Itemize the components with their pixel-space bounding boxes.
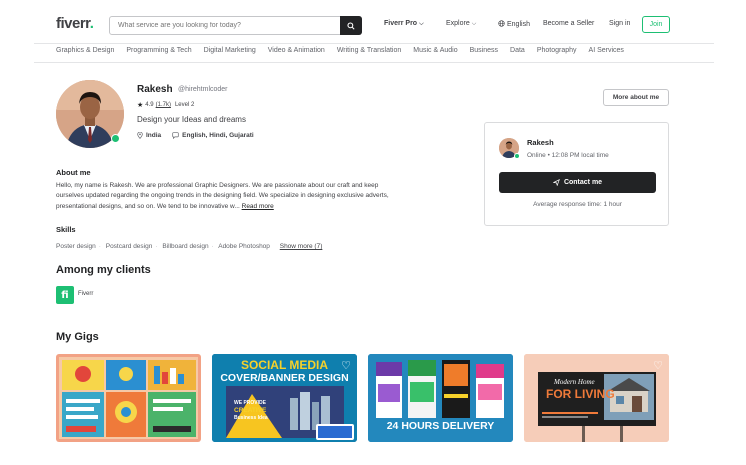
client-name: Fiverr (78, 291, 94, 297)
chevron-down-icon: ⌵ (419, 21, 424, 27)
search-button[interactable] (340, 16, 362, 35)
category-nav: Graphics & Design Programming & Tech Dig… (56, 47, 636, 59)
profile-tagline: Design your Ideas and dreams (137, 115, 246, 124)
gig-card-24h-delivery[interactable]: 24 HOURS DELIVERY (368, 354, 513, 442)
join-button[interactable]: Join (642, 16, 670, 33)
gig-card-infographic[interactable] (56, 354, 201, 442)
send-icon (552, 179, 560, 186)
skill-tag[interactable]: Adobe Photoshop (218, 243, 270, 250)
chevron-down-icon: ⌵ (471, 21, 477, 27)
header-divider (34, 43, 714, 44)
about-text: Hello, my name is Rakesh. We are profess… (56, 182, 389, 210)
gig2-title-line2: COVER/BANNER DESIGN (220, 372, 349, 384)
profile-name: Rakesh (137, 84, 173, 95)
location-language-row: India English, Hindi, Gujarati (137, 132, 254, 139)
clients-heading: Among my clients (56, 264, 151, 276)
profile-languages: English, Hindi, Gujarati (182, 132, 254, 139)
nav-explore[interactable]: Explore ⌵ (446, 20, 476, 28)
skill-tag[interactable]: Poster design (56, 243, 96, 250)
contact-status: Online • 12:08 PM local time (527, 152, 609, 159)
gig-card-social-media[interactable]: SOCIAL MEDIA COVER/BANNER DESIGN WE PROV… (212, 354, 357, 442)
category-digital-marketing[interactable]: Digital Marketing (204, 47, 256, 59)
heart-icon[interactable]: ♡ (341, 359, 351, 372)
category-ai-services[interactable]: AI Services (589, 47, 624, 59)
top-header: fiverr. Fiverr Pro⌵ Explore⌵ English Bec… (0, 0, 746, 44)
category-data[interactable]: Data (510, 47, 525, 59)
profile-location: India (146, 132, 162, 139)
nav-language[interactable]: English (498, 20, 530, 28)
search-input[interactable] (110, 17, 341, 34)
contact-me-label: Contact me (563, 179, 603, 186)
client-fiverr-logo: fi (56, 286, 74, 304)
contact-name: Rakesh (527, 138, 554, 147)
category-photography[interactable]: Photography (537, 47, 577, 59)
category-business[interactable]: Business (470, 47, 498, 59)
gig2-badge-line1: WE PROVIDE (234, 400, 266, 406)
category-programming-tech[interactable]: Programming & Tech (126, 47, 191, 59)
contact-card: Rakesh Online • 12:08 PM local time Cont… (484, 122, 669, 226)
category-music-audio[interactable]: Music & Audio (413, 47, 457, 59)
fiverr-logo[interactable]: fiverr. (56, 15, 94, 32)
globe-icon (498, 20, 505, 27)
gig4-title-line2: FOR LIVING (546, 387, 615, 401)
gig3-banner-text: 24 HOURS DELIVERY (386, 420, 495, 432)
heart-icon[interactable]: ♡ (653, 359, 663, 372)
gig4-title-line1: Modern Home (554, 378, 595, 386)
search-icon (347, 21, 355, 30)
seller-level: Level 2 (174, 102, 195, 108)
star-icon: ★ (137, 102, 144, 109)
skills-list: Poster design · Postcard design · Billboar… (56, 243, 323, 250)
nav-sign-in[interactable]: Sign in (609, 20, 630, 27)
review-count-link[interactable]: (1.7k) (156, 102, 171, 108)
contact-online-dot (514, 153, 520, 159)
skill-tag[interactable]: Postcard design (106, 243, 153, 250)
rating-row: ★ 4.9 (1.7k) Level 2 (137, 101, 194, 109)
chat-bubble-icon (172, 132, 179, 139)
show-more-skills-link[interactable]: Show more (7) (280, 243, 323, 250)
search-bar (109, 16, 362, 35)
gig2-title-line1: SOCIAL MEDIA (240, 358, 329, 372)
category-graphics-design[interactable]: Graphics & Design (56, 47, 114, 59)
gig-card-billboard[interactable]: Modern Home FOR LIVING ♡ (524, 354, 669, 442)
profile-handle: @hirehtmlcoder (178, 86, 228, 93)
skills-heading: Skills (56, 225, 76, 234)
nav-become-seller[interactable]: Become a Seller (543, 20, 594, 27)
rating-value: 4.9 (145, 102, 154, 108)
category-video-animation[interactable]: Video & Animation (268, 47, 325, 59)
location-pin-icon (137, 132, 143, 139)
skill-tag[interactable]: Billboard design (162, 243, 208, 250)
read-more-link[interactable]: Read more (242, 203, 274, 210)
about-heading: About me (56, 168, 91, 177)
contact-me-button[interactable]: Contact me (499, 172, 656, 193)
gig2-badge-line2: CREATIVE (234, 407, 267, 414)
category-divider (34, 62, 714, 63)
more-about-me-button[interactable]: More about me (603, 89, 669, 106)
response-time: Average response time: 1 hour (533, 201, 622, 208)
gigs-heading: My Gigs (56, 331, 99, 343)
category-writing-translation[interactable]: Writing & Translation (337, 47, 401, 59)
online-status-dot (111, 134, 120, 143)
nav-fiverr-pro[interactable]: Fiverr Pro ⌵ (384, 20, 424, 28)
gig2-badge-line3: Business Idea (234, 415, 268, 421)
